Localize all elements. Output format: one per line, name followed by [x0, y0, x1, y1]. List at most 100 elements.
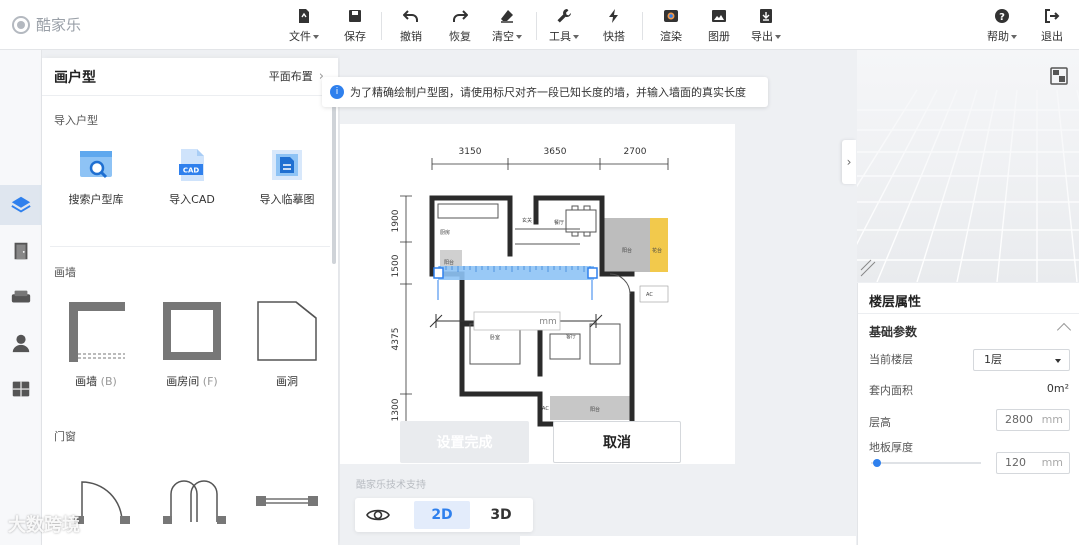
rail-door-tab[interactable] [0, 231, 42, 271]
area-value: 0m² [1046, 382, 1069, 395]
svg-text:厨房: 厨房 [440, 229, 450, 236]
logo-icon [12, 15, 30, 34]
draw-opening-button[interactable]: 画洞 [247, 298, 327, 389]
album-button[interactable]: 图册 [699, 8, 739, 44]
svg-text:阳台: 阳台 [590, 406, 600, 413]
preview-grid [857, 50, 1079, 282]
wrench-icon [544, 8, 584, 26]
svg-text:玄关: 玄关 [522, 217, 532, 224]
current-floor-select[interactable]: 1层 [973, 349, 1070, 371]
slab-thickness-label: 地板厚度 [869, 441, 913, 454]
floor-properties-panel: 楼层属性 基础参数 当前楼层 1层 套内面积 0m² 层高 2800 mm 地板厚… [857, 283, 1079, 545]
window-item-button[interactable] [247, 488, 327, 517]
undo-button[interactable]: 撤销 [391, 8, 431, 44]
floor-height-label: 层高 [869, 416, 891, 429]
svg-text:餐厅: 餐厅 [554, 219, 564, 226]
import-trace-image-button[interactable]: 导入临摹图 [247, 148, 327, 207]
redo-button[interactable]: 恢复 [440, 8, 480, 44]
view-3d-tab[interactable]: 3D [473, 501, 529, 529]
chevron-up-icon[interactable] [1056, 322, 1072, 338]
top-toolbar: 酷家乐 文件 保存 撤销 恢复 清空 工具 快搭 渲染 图册 导出 ? 帮助 退… [0, 0, 1079, 50]
search-library-icon [80, 151, 112, 179]
svg-text:CAD: CAD [183, 167, 200, 175]
door-window-section-title: 门窗 [54, 430, 76, 443]
preview-layout-icon[interactable] [1049, 66, 1069, 86]
rail-cabinet-tab[interactable] [0, 369, 42, 409]
area-label: 套内面积 [869, 384, 913, 397]
toolbar-divider [381, 12, 382, 40]
eraser-icon [487, 8, 527, 26]
quick-build-button[interactable]: 快搭 [594, 8, 634, 44]
right-panel-collapse-button[interactable]: › [842, 140, 856, 184]
draw-opening-icon [257, 301, 317, 361]
section-divider [50, 246, 330, 247]
file-menu-button[interactable]: 文件 [284, 8, 324, 44]
render-button[interactable]: 渲染 [651, 8, 691, 44]
3d-preview[interactable] [857, 50, 1079, 282]
panel-scrollbar[interactable] [332, 106, 336, 264]
sofa-icon [11, 290, 31, 303]
file-icon [284, 8, 324, 26]
exit-icon [1032, 8, 1072, 26]
export-menu-button[interactable]: 导出 [746, 8, 786, 44]
draw-wall-button[interactable]: 画墙 (B) [56, 298, 136, 389]
dim-top-1: 3150 [459, 147, 482, 157]
tools-menu-button[interactable]: 工具 [544, 8, 584, 44]
rail-floorplan-tab[interactable] [0, 185, 42, 225]
save-icon [335, 8, 375, 26]
design-canvas[interactable]: 3150 3650 2700 1900 1500 4375 1300 厨房 玄关… [340, 50, 856, 545]
window-icon [256, 496, 318, 506]
dim-top-2: 3650 [544, 147, 567, 157]
slab-thickness-slider[interactable] [871, 459, 981, 467]
view-mode-bar: 2D 3D [355, 498, 533, 532]
svg-text:?: ? [999, 12, 1005, 23]
help-menu-button[interactable]: ? 帮助 [982, 8, 1022, 44]
view-2d-tab[interactable]: 2D [414, 501, 470, 529]
eye-icon[interactable] [365, 505, 391, 525]
logo-text: 酷家乐 [36, 16, 82, 34]
draw-room-button[interactable]: 画房间 (F) [152, 298, 232, 389]
dim-left-4: 1300 [391, 398, 401, 421]
ruler-length-unit: mm [539, 317, 557, 327]
dim-left-3: 4375 [391, 328, 401, 351]
app-logo[interactable]: 酷家乐 [12, 14, 81, 35]
import-section-title: 导入户型 [54, 114, 98, 127]
search-floorplan-library-button[interactable]: 搜索户型库 [56, 148, 136, 207]
save-button[interactable]: 保存 [335, 8, 375, 44]
slider-knob[interactable] [872, 459, 881, 467]
import-cad-button[interactable]: CAD 导入CAD [152, 148, 232, 207]
double-door-item-button[interactable] [154, 480, 234, 529]
ruler-hint-tooltip: i 为了精确绘制户型图，请使用标尺对齐一段已知长度的墙，并输入墙面的真实长度 [322, 77, 768, 107]
redo-icon [440, 8, 480, 26]
double-door-icon [163, 480, 226, 524]
svg-text:AC: AC [542, 406, 549, 412]
svg-text:卧室: 卧室 [490, 334, 500, 341]
info-icon: i [330, 85, 344, 99]
support-text: 酷家乐技术支持 [356, 480, 426, 491]
cad-file-icon: CAD [179, 149, 204, 181]
panel-header: 画户型 平面布置 [42, 58, 338, 96]
album-icon [699, 8, 739, 26]
rail-furniture-tab[interactable] [0, 277, 42, 317]
props-title: 楼层属性 [869, 295, 922, 310]
dim-left-1: 1900 [391, 209, 401, 232]
exit-button[interactable]: 退出 [1032, 8, 1072, 44]
clear-button[interactable]: 清空 [487, 8, 527, 44]
draw-floorplan-panel: 画户型 平面布置 导入户型 搜索户型库 CAD 导入CAD 导入临摹图 画墙 画… [42, 58, 338, 545]
svg-text:花台: 花台 [652, 247, 662, 254]
cancel-button[interactable]: 取消 [553, 421, 681, 463]
svg-text:AC: AC [646, 292, 653, 298]
hint-text: 为了精确绘制户型图，请使用标尺对齐一段已知长度的墙，并输入墙面的真实长度 [350, 86, 746, 99]
rail-user-tab[interactable] [0, 323, 42, 363]
wall-section-title: 画墙 [54, 266, 76, 279]
confirm-settings-button[interactable]: 设置完成 [400, 421, 529, 463]
left-rail [0, 50, 42, 545]
help-icon: ? [982, 8, 1022, 26]
svg-text:客厅: 客厅 [566, 333, 576, 340]
render-icon [651, 8, 691, 26]
layout-link[interactable]: 平面布置 [269, 68, 324, 84]
floor-height-input[interactable]: 2800 mm [996, 409, 1070, 431]
svg-text:阳台: 阳台 [622, 247, 632, 254]
slab-thickness-input[interactable]: 120 mm [996, 452, 1070, 474]
draw-wall-icon [69, 302, 125, 362]
